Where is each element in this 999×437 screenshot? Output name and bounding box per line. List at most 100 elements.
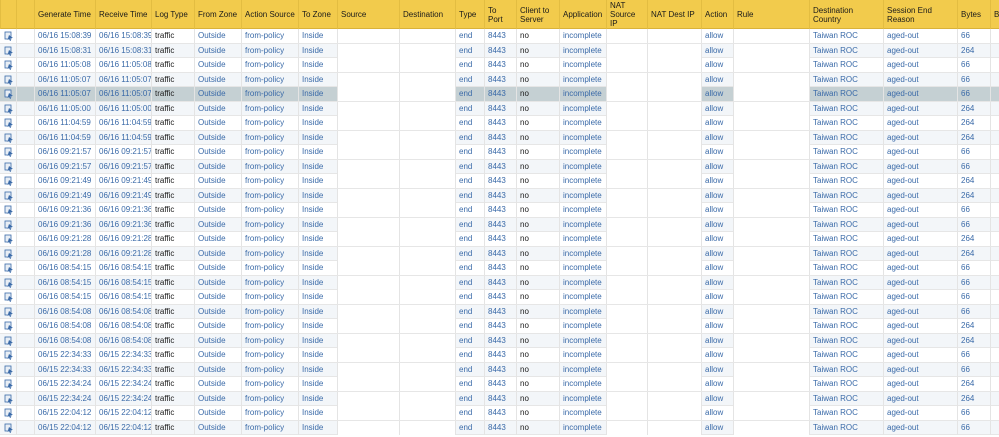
- cell-action[interactable]: allow: [701, 159, 733, 174]
- cell-bytes[interactable]: 66: [957, 87, 990, 101]
- cell-actsrc[interactable]: from-policy: [241, 319, 298, 333]
- cell-fromzone[interactable]: Outside: [194, 217, 241, 232]
- cell-toport[interactable]: 8443: [484, 275, 516, 290]
- cell-bytes[interactable]: 66: [957, 72, 990, 87]
- cell-reason[interactable]: aged-out: [883, 319, 957, 333]
- cell-type[interactable]: end: [455, 58, 484, 72]
- cell-gen[interactable]: 06/16 11:05:07: [34, 87, 95, 101]
- cell-toport[interactable]: 8443: [484, 203, 516, 217]
- table-row[interactable]: 06/16 08:54:15 06/16 08:54:15 traffic Outsi…: [0, 275, 999, 290]
- cell-toport[interactable]: 8443: [484, 217, 516, 232]
- cell-country[interactable]: Taiwan ROC: [809, 72, 883, 87]
- cell-reason[interactable]: aged-out: [883, 304, 957, 319]
- cell-toport[interactable]: 8443: [484, 174, 516, 188]
- cell-action[interactable]: allow: [701, 333, 733, 348]
- cell-action[interactable]: allow: [701, 348, 733, 362]
- cell-toport[interactable]: 8443: [484, 87, 516, 101]
- cell-actsrc[interactable]: from-policy: [241, 232, 298, 246]
- cell-gen[interactable]: 06/16 08:54:08: [34, 333, 95, 348]
- cell-toport[interactable]: 8443: [484, 29, 516, 43]
- cell-recv[interactable]: 06/15 22:04:12: [95, 420, 151, 435]
- cell-action[interactable]: allow: [701, 377, 733, 391]
- table-row[interactable]: 06/15 22:34:24 06/15 22:34:24 traffic Outsi…: [0, 377, 999, 392]
- cell-fromzone[interactable]: Outside: [194, 391, 241, 406]
- log-detail-icon[interactable]: [0, 44, 16, 58]
- cell-app[interactable]: incomplete: [559, 420, 606, 435]
- cell-bytes[interactable]: 264: [957, 43, 990, 58]
- table-row[interactable]: 06/15 22:04:12 06/15 22:04:12 traffic Outsi…: [0, 420, 999, 435]
- cell-actsrc[interactable]: from-policy: [241, 261, 298, 275]
- log-detail-icon[interactable]: [0, 232, 16, 246]
- cell-country[interactable]: Taiwan ROC: [809, 145, 883, 159]
- log-detail-icon[interactable]: [0, 160, 16, 174]
- cell-gen[interactable]: 06/16 09:21:28: [34, 246, 95, 261]
- cell-recv[interactable]: 06/16 11:05:07: [95, 87, 151, 101]
- cell-country[interactable]: Taiwan ROC: [809, 101, 883, 116]
- log-detail-icon[interactable]: [0, 58, 16, 72]
- cell-type[interactable]: end: [455, 377, 484, 391]
- table-row[interactable]: 06/15 22:34:33 06/15 22:34:33 traffic Outsi…: [0, 348, 999, 363]
- cell-country[interactable]: Taiwan ROC: [809, 43, 883, 58]
- cell-reason[interactable]: aged-out: [883, 203, 957, 217]
- cell-app[interactable]: incomplete: [559, 203, 606, 217]
- log-detail-icon[interactable]: [0, 392, 16, 406]
- cell-toport[interactable]: 8443: [484, 333, 516, 348]
- cell-reason[interactable]: aged-out: [883, 333, 957, 348]
- cell-reason[interactable]: aged-out: [883, 43, 957, 58]
- cell-reason[interactable]: aged-out: [883, 246, 957, 261]
- cell-actsrc[interactable]: from-policy: [241, 290, 298, 304]
- cell-app[interactable]: incomplete: [559, 72, 606, 87]
- cell-type[interactable]: end: [455, 130, 484, 145]
- log-detail-icon[interactable]: [0, 261, 16, 275]
- cell-app[interactable]: incomplete: [559, 261, 606, 275]
- table-row[interactable]: 06/16 08:54:08 06/16 08:54:08 traffic Outsi…: [0, 304, 999, 319]
- log-detail-icon[interactable]: [0, 305, 16, 319]
- cell-tozone[interactable]: Inside: [298, 217, 337, 232]
- cell-fromzone[interactable]: Outside: [194, 203, 241, 217]
- table-row[interactable]: 06/16 11:05:00 06/16 11:05:00 traffic Outsi…: [0, 101, 999, 116]
- cell-toport[interactable]: 8443: [484, 145, 516, 159]
- log-detail-icon[interactable]: [0, 145, 16, 159]
- cell-app[interactable]: incomplete: [559, 145, 606, 159]
- column-header-bytes[interactable]: Bytes: [957, 0, 990, 29]
- log-detail-icon[interactable]: [0, 247, 16, 261]
- cell-tozone[interactable]: Inside: [298, 130, 337, 145]
- cell-type[interactable]: end: [455, 72, 484, 87]
- cell-tozone[interactable]: Inside: [298, 304, 337, 319]
- cell-app[interactable]: incomplete: [559, 319, 606, 333]
- cell-fromzone[interactable]: Outside: [194, 377, 241, 391]
- cell-fromzone[interactable]: Outside: [194, 232, 241, 246]
- cell-actsrc[interactable]: from-policy: [241, 145, 298, 159]
- cell-action[interactable]: allow: [701, 101, 733, 116]
- cell-tozone[interactable]: Inside: [298, 290, 337, 304]
- cell-action[interactable]: allow: [701, 217, 733, 232]
- cell-recv[interactable]: 06/16 11:05:07: [95, 72, 151, 87]
- cell-bytes[interactable]: 264: [957, 246, 990, 261]
- cell-tozone[interactable]: Inside: [298, 203, 337, 217]
- column-header-natdst[interactable]: NAT Dest IP: [647, 0, 701, 29]
- cell-toport[interactable]: 8443: [484, 261, 516, 275]
- cell-gen[interactable]: 06/16 08:54:08: [34, 304, 95, 319]
- cell-toport[interactable]: 8443: [484, 420, 516, 435]
- cell-gen[interactable]: 06/16 09:21:36: [34, 217, 95, 232]
- cell-recv[interactable]: 06/16 11:04:59: [95, 116, 151, 130]
- cell-recv[interactable]: 06/16 09:21:57: [95, 159, 151, 174]
- cell-tozone[interactable]: Inside: [298, 348, 337, 362]
- cell-tozone[interactable]: Inside: [298, 319, 337, 333]
- column-header-toport[interactable]: To Port: [484, 0, 516, 29]
- cell-actsrc[interactable]: from-policy: [241, 217, 298, 232]
- table-row[interactable]: 06/16 11:05:07 06/16 11:05:07 traffic Outsi…: [0, 72, 999, 87]
- cell-gen[interactable]: 06/16 08:54:15: [34, 261, 95, 275]
- cell-reason[interactable]: aged-out: [883, 275, 957, 290]
- cell-country[interactable]: Taiwan ROC: [809, 174, 883, 188]
- cell-bytes[interactable]: 264: [957, 391, 990, 406]
- cell-recv[interactable]: 06/15 22:34:33: [95, 348, 151, 362]
- cell-gen[interactable]: 06/16 15:08:31: [34, 43, 95, 58]
- cell-action[interactable]: allow: [701, 290, 733, 304]
- cell-recv[interactable]: 06/16 08:54:15: [95, 275, 151, 290]
- cell-gen[interactable]: 06/16 11:05:08: [34, 58, 95, 72]
- cell-app[interactable]: incomplete: [559, 159, 606, 174]
- cell-fromzone[interactable]: Outside: [194, 319, 241, 333]
- cell-type[interactable]: end: [455, 145, 484, 159]
- cell-action[interactable]: allow: [701, 72, 733, 87]
